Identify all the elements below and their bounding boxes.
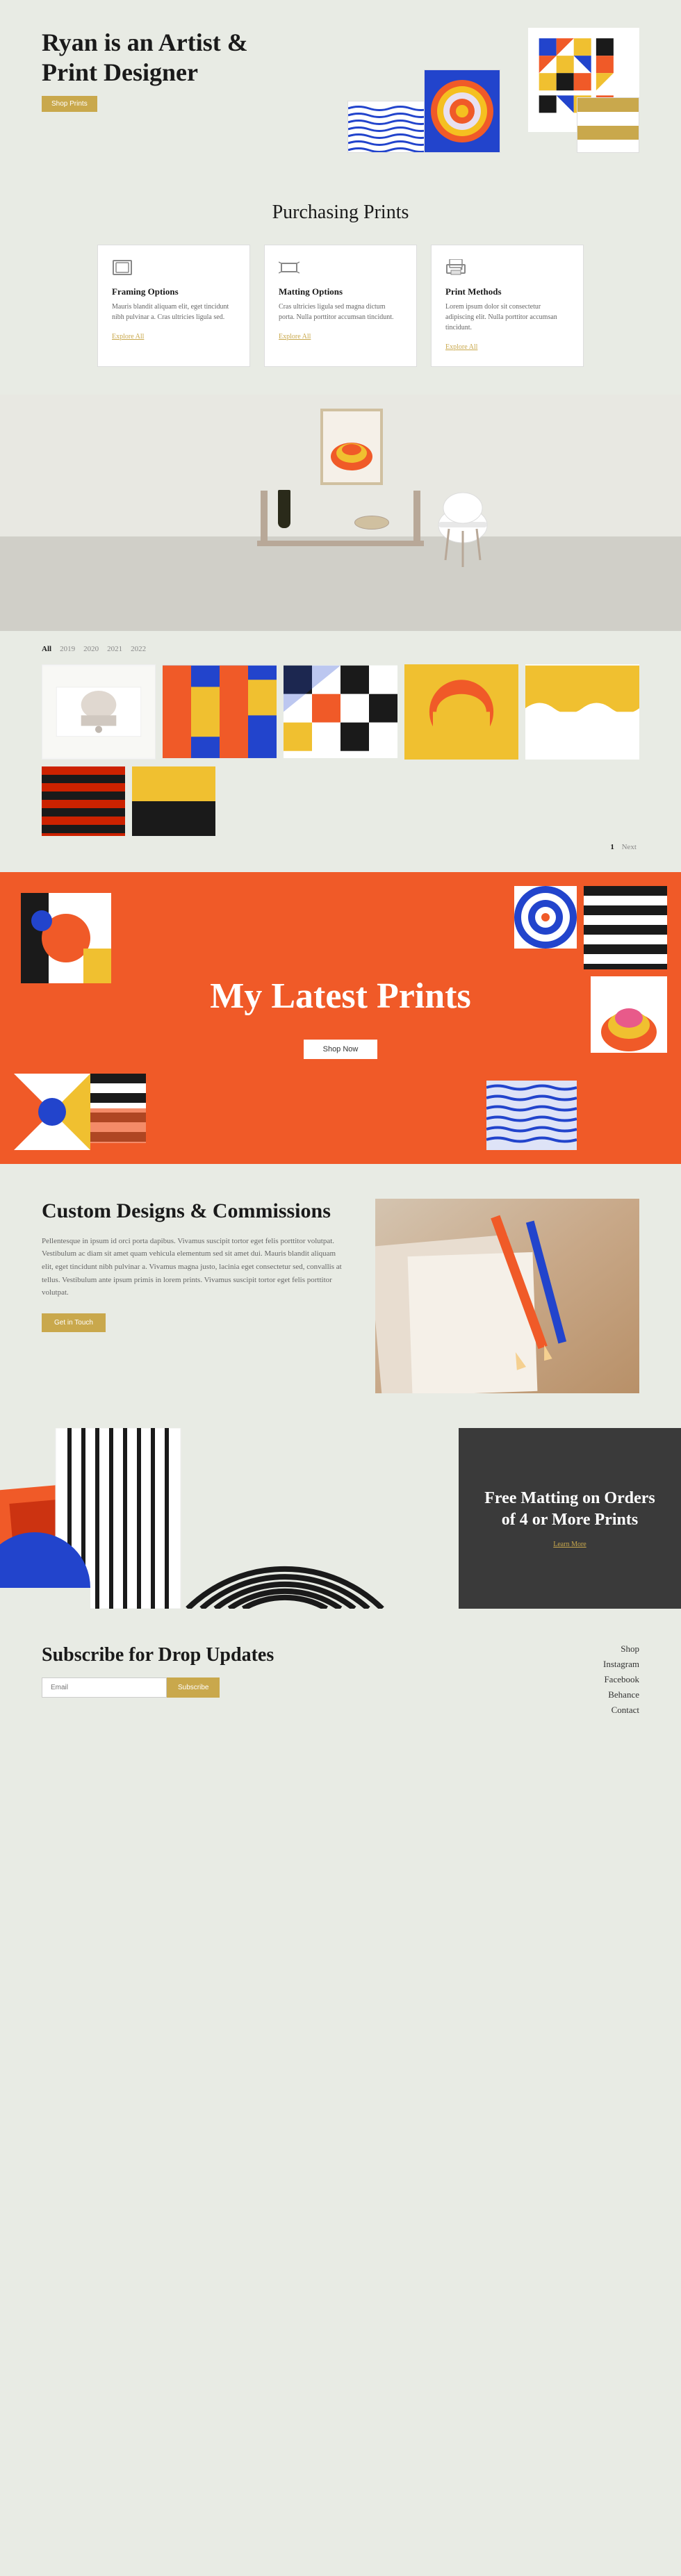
framing-card: Framing Options Mauris blandit aliquam e… xyxy=(97,245,250,367)
footer-link-facebook[interactable]: Facebook xyxy=(603,1674,639,1685)
mat-icon xyxy=(279,259,300,276)
promo-artwork xyxy=(0,1428,459,1609)
hero-print-striped xyxy=(577,97,639,153)
email-row: Subscribe xyxy=(42,1677,274,1698)
options-grid: Framing Options Mauris blandit aliquam e… xyxy=(42,245,639,367)
purchasing-section: Purchasing Prints Framing Options Mauris… xyxy=(0,174,681,395)
gallery-filters: All 2019 2020 2021 2022 xyxy=(42,645,639,653)
room-floor xyxy=(0,536,681,631)
gallery-row2 xyxy=(42,766,306,836)
custom-text: Custom Designs & Commissions Pellentesqu… xyxy=(42,1199,347,1332)
footer-link-shop[interactable]: Shop xyxy=(603,1643,639,1655)
hero-section: Ryan is an Artist & Print Designer Shop … xyxy=(0,0,681,174)
gallery-item-6[interactable] xyxy=(42,766,125,836)
room-wall-art xyxy=(320,409,383,485)
gallery-item-7[interactable] xyxy=(132,766,215,836)
hero-print-wavy xyxy=(347,101,431,153)
gallery-grid xyxy=(42,664,639,760)
hero-artwork xyxy=(347,28,639,153)
promo-title: Free Matting on Orders of 4 or More Prin… xyxy=(479,1488,660,1531)
footer-subscribe: Subscribe for Drop Updates Subscribe xyxy=(42,1643,274,1698)
print-methods-desc: Lorem ipsum dolor sit consectetur adipis… xyxy=(445,302,569,333)
framing-title: Framing Options xyxy=(112,286,236,297)
custom-desc: Pellentesque in ipsum id orci porta dapi… xyxy=(42,1235,347,1299)
pencil-visual xyxy=(375,1199,639,1393)
matting-title: Matting Options xyxy=(279,286,402,297)
print-methods-card: Print Methods Lorem ipsum dolor sit cons… xyxy=(431,245,584,367)
footer-links: Shop Instagram Facebook Behance Contact xyxy=(603,1643,639,1716)
page-next[interactable]: Next xyxy=(622,843,637,851)
promo-text-box: Free Matting on Orders of 4 or More Prin… xyxy=(459,1428,681,1609)
custom-section: Custom Designs & Commissions Pellentesqu… xyxy=(0,1164,681,1428)
filter-2020[interactable]: 2020 xyxy=(83,645,99,653)
gallery-section: All 2019 2020 2021 2022 xyxy=(0,631,681,872)
latest-prints-content: My Latest Prints Shop Now xyxy=(42,976,639,1059)
gallery-item-3[interactable] xyxy=(284,664,397,760)
room-table-leg-left xyxy=(261,491,268,546)
print-icon xyxy=(445,259,466,276)
subscribe-title: Subscribe for Drop Updates xyxy=(42,1643,274,1667)
scatter-print-4 xyxy=(584,886,667,969)
scatter-print-1 xyxy=(21,893,111,983)
learn-more-link[interactable]: Learn More xyxy=(553,1541,586,1548)
get-in-touch-button[interactable]: Get in Touch xyxy=(42,1313,106,1332)
footer-link-behance[interactable]: Behance xyxy=(603,1689,639,1700)
latest-prints-title: My Latest Prints xyxy=(42,976,639,1016)
frame-icon xyxy=(112,259,133,276)
footer-link-instagram[interactable]: Instagram xyxy=(603,1659,639,1670)
matting-card: Matting Options Cras ultricies ligula se… xyxy=(264,245,417,367)
matting-desc: Cras ultricies ligula sed magna dictum p… xyxy=(279,302,402,322)
framing-desc: Mauris blandit aliquam elit, eget tincid… xyxy=(112,302,236,322)
footer-link-contact[interactable]: Contact xyxy=(603,1705,639,1716)
print-methods-title: Print Methods xyxy=(445,286,569,297)
room-chair xyxy=(435,491,491,574)
shop-now-button[interactable]: Shop Now xyxy=(304,1040,378,1059)
room-table-top xyxy=(257,541,424,546)
filter-2022[interactable]: 2022 xyxy=(131,645,146,653)
shop-prints-button[interactable]: Shop Prints xyxy=(42,96,97,112)
matting-link[interactable]: Explore All xyxy=(279,333,311,341)
latest-prints-section: My Latest Prints Shop Now xyxy=(0,872,681,1164)
room-photo-section xyxy=(0,395,681,631)
hero-print-target xyxy=(424,69,500,153)
promo-section: Free Matting on Orders of 4 or More Prin… xyxy=(0,1428,681,1609)
purchasing-title: Purchasing Prints xyxy=(42,202,639,224)
print-methods-link[interactable]: Explore All xyxy=(445,343,477,351)
scatter-print-7 xyxy=(514,886,577,949)
gallery-item-2[interactable] xyxy=(163,664,277,760)
subscribe-button[interactable]: Subscribe xyxy=(167,1677,220,1698)
page-current[interactable]: 1 xyxy=(610,843,614,851)
filter-all[interactable]: All xyxy=(42,645,51,653)
framing-link[interactable]: Explore All xyxy=(112,333,144,341)
gallery-item-1[interactable] xyxy=(42,664,156,760)
scatter-print-3 xyxy=(90,1074,146,1143)
room-table-leg-right xyxy=(413,491,420,546)
footer: Subscribe for Drop Updates Subscribe Sho… xyxy=(0,1609,681,1750)
filter-2019[interactable]: 2019 xyxy=(60,645,75,653)
scatter-print-6 xyxy=(486,1081,577,1150)
gallery-pagination: 1 Next xyxy=(42,843,639,851)
email-input[interactable] xyxy=(42,1677,167,1698)
gallery-item-4[interactable] xyxy=(404,664,518,760)
custom-title: Custom Designs & Commissions xyxy=(42,1199,347,1224)
room-vase xyxy=(278,490,290,528)
room-scene xyxy=(0,395,681,631)
hero-text: Ryan is an Artist & Print Designer Shop … xyxy=(42,28,250,112)
room-bowl xyxy=(354,516,389,530)
hero-title: Ryan is an Artist & Print Designer xyxy=(42,28,250,88)
scatter-print-2 xyxy=(14,1074,90,1150)
gallery-item-5[interactable] xyxy=(525,664,639,760)
filter-2021[interactable]: 2021 xyxy=(107,645,122,653)
custom-image xyxy=(375,1199,639,1393)
